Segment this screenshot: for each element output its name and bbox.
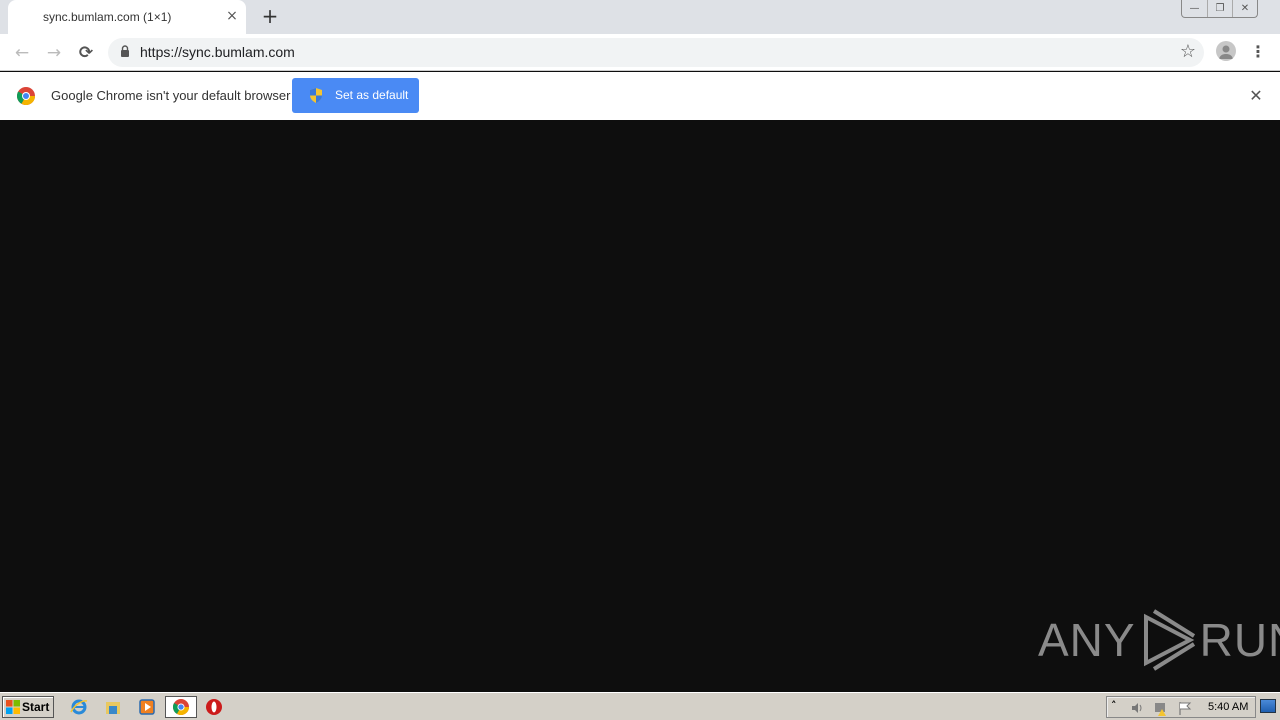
action-center-flag-icon[interactable] (1177, 700, 1193, 716)
new-tab-button[interactable]: + (259, 5, 281, 27)
chrome-logo-icon (17, 87, 35, 105)
tab-strip: sync.bumlam.com (1×1) × + — ❐ ✕ (0, 0, 1280, 34)
start-label: Start (22, 700, 50, 714)
infobar-message: Google Chrome isn't your default browser (51, 88, 291, 103)
page-content (0, 120, 1280, 692)
bookmark-star-icon[interactable]: ☆ (1180, 41, 1196, 62)
opera-icon[interactable] (205, 698, 223, 716)
show-hidden-icons-icon[interactable]: ˄ (1111, 699, 1117, 712)
volume-icon[interactable] (1129, 700, 1145, 716)
infobar-close-icon[interactable]: ✕ (1247, 87, 1265, 105)
minimize-button[interactable]: — (1182, 0, 1207, 17)
tab-close-icon[interactable]: × (224, 7, 240, 25)
default-browser-infobar: Google Chrome isn't your default browser… (0, 72, 1280, 120)
tab-title: sync.bumlam.com (1×1) (43, 10, 172, 24)
address-bar[interactable]: https://sync.bumlam.com ☆ (108, 38, 1204, 67)
lock-icon (121, 45, 129, 57)
close-window-button[interactable]: ✕ (1232, 0, 1257, 17)
restore-button[interactable]: ❐ (1207, 0, 1232, 17)
window-controls: — ❐ ✕ (1181, 0, 1258, 18)
taskbar-chrome-button[interactable] (165, 696, 197, 718)
anyrun-watermark: ANY RUN (1038, 608, 1280, 672)
reload-button[interactable]: ⟳ (74, 41, 98, 65)
set-as-default-button[interactable]: Set as default (292, 78, 419, 113)
chrome-menu-button[interactable]: ⋮ (1250, 41, 1266, 63)
internet-explorer-icon[interactable] (70, 698, 88, 716)
forward-button[interactable]: → (42, 41, 66, 65)
network-warning-icon[interactable] (1153, 700, 1169, 716)
set-as-default-label: Set as default (335, 88, 409, 102)
windows-taskbar: Start ˄ 5:40 AM (0, 692, 1280, 720)
show-desktop-button[interactable] (1260, 699, 1276, 713)
anyrun-play-logo-icon (1143, 609, 1195, 671)
start-button[interactable]: Start (2, 696, 54, 718)
media-player-icon[interactable] (138, 698, 156, 716)
chrome-taskbar-icon (173, 699, 189, 715)
windows-flag-icon (6, 700, 20, 714)
uac-shield-icon (310, 88, 322, 103)
watermark-left-text: ANY (1038, 614, 1136, 666)
file-explorer-icon[interactable] (104, 698, 122, 716)
watermark-right-text: RUN (1199, 614, 1280, 666)
url-text[interactable]: https://sync.bumlam.com (140, 44, 295, 60)
taskbar-clock[interactable]: 5:40 AM (1208, 701, 1248, 713)
tab-active[interactable]: sync.bumlam.com (1×1) × (8, 0, 246, 34)
browser-toolbar: ← → ⟳ https://sync.bumlam.com ☆ ⋮ (0, 34, 1280, 71)
profile-avatar-icon[interactable] (1216, 41, 1236, 61)
back-button[interactable]: ← (10, 41, 34, 65)
